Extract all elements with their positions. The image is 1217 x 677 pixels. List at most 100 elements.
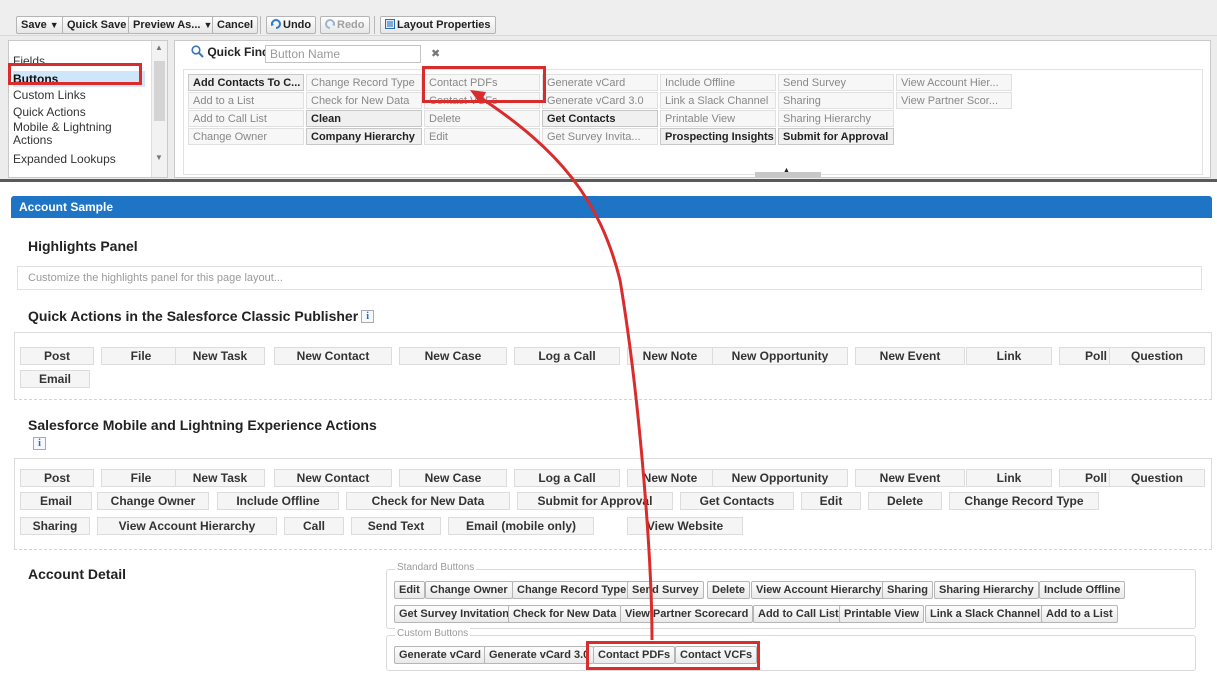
quick-save-button[interactable]: Quick Save [62, 16, 132, 34]
palette-button-get-contacts[interactable]: Get Contacts [542, 110, 658, 127]
action-email[interactable]: Email [20, 492, 92, 510]
palette-button-company-hierarchy[interactable]: Company Hierarchy [306, 128, 422, 145]
palette-button-sharing[interactable]: Sharing [778, 92, 894, 109]
action-get-contacts[interactable]: Get Contacts [680, 492, 794, 510]
action-post[interactable]: Post [20, 469, 94, 487]
clear-icon[interactable]: ✖ [431, 47, 440, 60]
palette-button-link-a-slack-channel[interactable]: Link a Slack Channel [660, 92, 776, 109]
action-log-a-call[interactable]: Log a Call [514, 347, 620, 365]
detail-button-delete[interactable]: Delete [707, 581, 751, 599]
palette-button-include-offline[interactable]: Include Offline [660, 74, 776, 91]
action-change-owner[interactable]: Change Owner [97, 492, 209, 510]
action-log-a-call[interactable]: Log a Call [514, 469, 620, 487]
action-new-event[interactable]: New Event [855, 347, 965, 365]
action-sharing[interactable]: Sharing [20, 517, 90, 535]
palette-button-add-contacts-to-c[interactable]: Add Contacts To C... [188, 74, 304, 91]
undo-button[interactable]: Undo [266, 16, 317, 34]
action-new-note[interactable]: New Note [627, 347, 713, 365]
detail-button-get-survey-invitation[interactable]: Get Survey Invitation [394, 605, 515, 623]
detail-button-add-to-call-list[interactable]: Add to Call List [753, 605, 844, 623]
detail-button-view-account-hierarchy[interactable]: View Account Hierarchy [751, 581, 887, 599]
action-change-record-type[interactable]: Change Record Type [949, 492, 1099, 510]
detail-button-link-a-slack-channel[interactable]: Link a Slack Channel [925, 605, 1046, 623]
action-post[interactable]: Post [20, 347, 94, 365]
detail-button-include-offline[interactable]: Include Offline [1039, 581, 1126, 599]
chevron-down-icon[interactable]: ▼ [50, 20, 59, 30]
scroll-up-icon[interactable]: ▲ [155, 43, 163, 52]
save-button[interactable]: Save ▼ [16, 16, 64, 34]
scroll-down-icon[interactable]: ▼ [155, 153, 163, 162]
detail-button-add-to-a-list[interactable]: Add to a List [1041, 605, 1118, 623]
palette-button-get-survey-invita[interactable]: Get Survey Invita... [542, 128, 658, 145]
palette-button-generate-vcard[interactable]: Generate vCard [542, 74, 658, 91]
action-include-offline[interactable]: Include Offline [217, 492, 339, 510]
palette-button-submit-for-approval[interactable]: Submit for Approval [778, 128, 894, 145]
info-icon[interactable]: i [361, 310, 375, 323]
palette-button-generate-vcard-3-0[interactable]: Generate vCard 3.0 [542, 92, 658, 109]
detail-button-generate-vcard-3-0[interactable]: Generate vCard 3.0 [484, 646, 595, 664]
scroll-thumb[interactable] [154, 61, 165, 121]
category-quick-actions[interactable]: Quick Actions [13, 104, 86, 120]
quick-find-input[interactable] [265, 45, 421, 63]
palette-button-view-partner-scor[interactable]: View Partner Scor... [896, 92, 1012, 109]
action-new-case[interactable]: New Case [399, 347, 507, 365]
palette-button-edit[interactable]: Edit [424, 128, 540, 145]
action-new-contact[interactable]: New Contact [274, 347, 392, 365]
action-new-case[interactable]: New Case [399, 469, 507, 487]
palette-button-send-survey[interactable]: Send Survey [778, 74, 894, 91]
action-call[interactable]: Call [284, 517, 344, 535]
detail-button-change-record-type[interactable]: Change Record Type [512, 581, 632, 599]
detail-button-change-owner[interactable]: Change Owner [425, 581, 513, 599]
info-icon[interactable]: i [33, 437, 46, 450]
action-email[interactable]: Email [20, 370, 90, 388]
action-file[interactable]: File [101, 469, 181, 487]
layout-properties-button[interactable]: Layout Properties [380, 16, 496, 34]
action-check-for-new-data[interactable]: Check for New Data [346, 492, 510, 510]
highlights-panel-box[interactable]: Customize the highlights panel for this … [17, 266, 1202, 290]
palette-button-sharing-hierarchy[interactable]: Sharing Hierarchy [778, 110, 894, 127]
action-email-mobile-only[interactable]: Email (mobile only) [448, 517, 594, 535]
action-view-account-hierarchy[interactable]: View Account Hierarchy [97, 517, 277, 535]
action-link[interactable]: Link [966, 469, 1052, 487]
category-scrollbar[interactable]: ▲ ▼ [151, 41, 167, 177]
category-custom-links[interactable]: Custom Links [13, 87, 86, 103]
detail-button-printable-view[interactable]: Printable View [839, 605, 924, 623]
action-delete[interactable]: Delete [868, 492, 942, 510]
detail-button-send-survey[interactable]: Send Survey [627, 581, 704, 599]
palette-button-clean[interactable]: Clean [306, 110, 422, 127]
palette-button-add-to-call-list[interactable]: Add to Call List [188, 110, 304, 127]
category-expanded-lookups[interactable]: Expanded Lookups [13, 151, 116, 167]
detail-button-sharing[interactable]: Sharing [882, 581, 933, 599]
palette-button-change-record-type[interactable]: Change Record Type [306, 74, 422, 91]
action-new-opportunity[interactable]: New Opportunity [712, 347, 848, 365]
detail-button-generate-vcard[interactable]: Generate vCard [394, 646, 486, 664]
palette-button-delete[interactable]: Delete [424, 110, 540, 127]
action-new-contact[interactable]: New Contact [274, 469, 392, 487]
action-new-task[interactable]: New Task [175, 469, 265, 487]
action-link[interactable]: Link [966, 347, 1052, 365]
action-send-text[interactable]: Send Text [351, 517, 441, 535]
action-view-website[interactable]: View Website [627, 517, 743, 535]
action-file[interactable]: File [101, 347, 181, 365]
action-new-event[interactable]: New Event [855, 469, 965, 487]
preview-as-button[interactable]: Preview As... ▼ [128, 16, 218, 34]
detail-button-check-for-new-data[interactable]: Check for New Data [508, 605, 622, 623]
palette-button-add-to-a-list[interactable]: Add to a List [188, 92, 304, 109]
palette-button-change-owner[interactable]: Change Owner [188, 128, 304, 145]
action-question[interactable]: Question [1109, 469, 1205, 487]
action-new-opportunity[interactable]: New Opportunity [712, 469, 848, 487]
palette-button-check-for-new-data[interactable]: Check for New Data [306, 92, 422, 109]
palette-button-view-account-hier[interactable]: View Account Hier... [896, 74, 1012, 91]
cancel-button[interactable]: Cancel [212, 16, 259, 34]
palette-button-prospecting-insights[interactable]: Prospecting Insights [660, 128, 776, 145]
palette-resize-handle[interactable]: ▲ [755, 167, 821, 177]
detail-button-view-partner-scorecard[interactable]: View Partner Scorecard [620, 605, 754, 623]
action-edit[interactable]: Edit [801, 492, 861, 510]
action-question[interactable]: Question [1109, 347, 1205, 365]
action-new-note[interactable]: New Note [627, 469, 713, 487]
action-submit-for-approval[interactable]: Submit for Approval [517, 492, 673, 510]
palette-button-printable-view[interactable]: Printable View [660, 110, 776, 127]
redo-button[interactable]: Redo [320, 16, 370, 34]
detail-button-sharing-hierarchy[interactable]: Sharing Hierarchy [934, 581, 1039, 599]
category-mobile-lightning-actions[interactable]: Mobile & Lightning Actions [13, 121, 145, 149]
